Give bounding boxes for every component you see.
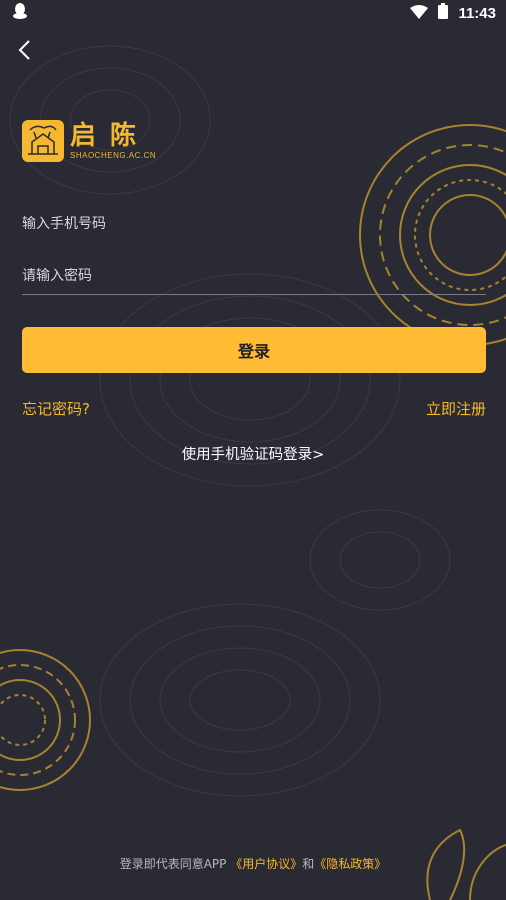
password-input[interactable]	[22, 268, 486, 284]
user-agreement-link[interactable]: 《用户协议》	[230, 857, 302, 871]
chevron-left-icon	[17, 39, 31, 65]
footer-agreement: 登录即代表同意APP 《用户协议》和《隐私政策》	[0, 855, 506, 872]
sms-login-link[interactable]: 使用手机验证码登录>	[0, 443, 506, 464]
battery-icon	[438, 3, 449, 23]
logo-subtitle: SHAOCHENG.AC.CN	[70, 151, 157, 160]
app-logo: 启陈 SHAOCHENG.AC.CN	[22, 120, 156, 162]
login-button[interactable]: 登录	[22, 327, 486, 373]
status-bar: 11:43	[0, 0, 506, 26]
logo-icon	[22, 120, 64, 162]
status-time: 11:43	[458, 4, 496, 22]
logo-title: 启陈	[70, 121, 151, 151]
footer-prefix: 登录即代表同意APP	[119, 857, 227, 871]
register-link[interactable]: 立即注册	[426, 398, 486, 419]
qq-icon	[12, 2, 28, 24]
forgot-password-link[interactable]: 忘记密码?	[22, 398, 90, 419]
phone-input[interactable]	[22, 216, 486, 232]
privacy-policy-link[interactable]: 《隐私政策》	[314, 857, 386, 871]
wifi-icon	[410, 4, 429, 23]
back-button[interactable]	[10, 36, 38, 68]
footer-conjunction: 和	[302, 857, 315, 871]
phone-field-wrap	[22, 206, 486, 242]
password-field-wrap	[22, 258, 486, 295]
